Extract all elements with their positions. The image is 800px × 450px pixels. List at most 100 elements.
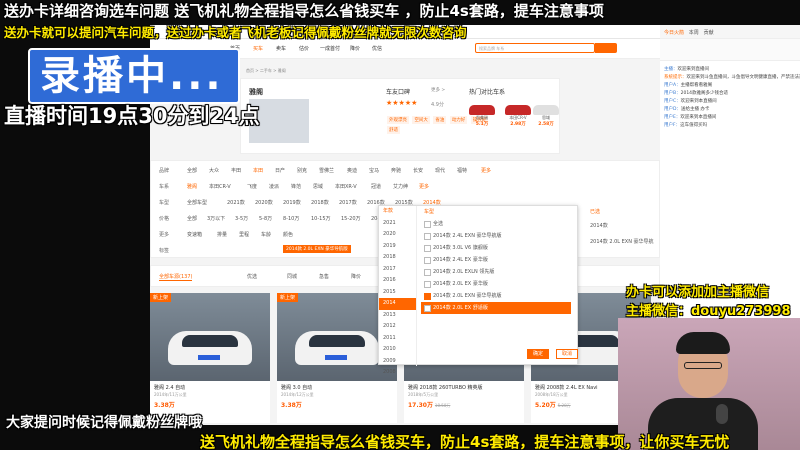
series-more[interactable]: 更多 — [419, 183, 429, 190]
series-option[interactable]: 本田XR-V — [335, 183, 357, 190]
series-option[interactable]: 冠道 — [371, 183, 381, 190]
chat-username[interactable]: 用户B： — [664, 91, 681, 96]
series-option[interactable]: 本田CR-V — [209, 183, 231, 190]
price-option[interactable]: 10-15万 — [311, 215, 331, 222]
year-option[interactable]: 2020 — [379, 229, 416, 241]
price-option[interactable]: 全部 — [187, 215, 197, 222]
chat-tab[interactable]: 贡献 — [704, 30, 714, 36]
year-option[interactable]: 2016 — [379, 275, 416, 287]
brand-option[interactable]: 大众 — [209, 167, 219, 174]
nav-buy[interactable]: 买车 — [253, 45, 263, 52]
more-option[interactable]: 排量 — [217, 231, 227, 238]
year-option[interactable]: 2013 — [379, 310, 416, 322]
brand-option[interactable]: 全部 — [187, 167, 197, 174]
series-option[interactable]: 艾力绅 — [393, 183, 408, 190]
chat-tab[interactable]: 本周 — [689, 30, 699, 36]
type-option[interactable]: 2017款 — [339, 199, 357, 206]
compare-car-3[interactable]: 思域 2.58万 — [531, 105, 561, 127]
year-option[interactable]: 2017 — [379, 264, 416, 276]
more-option[interactable]: 变速箱 — [187, 231, 202, 238]
more-option[interactable]: 里程 — [239, 231, 249, 238]
year-option[interactable]: 2008 — [379, 367, 416, 379]
year-option[interactable]: 2009 — [379, 356, 416, 368]
confirm-button[interactable]: 确定 — [527, 349, 549, 359]
review-tag[interactable]: 外观漂亮 — [387, 116, 409, 124]
type-option[interactable]: 2021款 — [227, 199, 245, 206]
model-checkbox-option[interactable]: 2014款 2.4L EX 豪华版 — [421, 254, 571, 266]
type-option[interactable]: 2020款 — [255, 199, 273, 206]
year-option[interactable]: 2012 — [379, 321, 416, 333]
year-option[interactable]: 2014 — [379, 298, 416, 310]
search-button[interactable] — [595, 43, 617, 53]
price-option[interactable]: 5-8万 — [259, 215, 272, 222]
review-tag[interactable]: 舒适 — [387, 126, 400, 134]
brand-option[interactable]: 别克 — [297, 167, 307, 174]
compare-car-1[interactable]: 凯美瑞 5.1万 — [467, 105, 497, 127]
price-option[interactable]: 8-10万 — [283, 215, 299, 222]
cancel-button[interactable]: 取消 — [556, 349, 578, 359]
year-option[interactable]: 2015 — [379, 287, 416, 299]
year-option[interactable]: 2019 — [379, 241, 416, 253]
brand-option[interactable]: 奔驰 — [391, 167, 401, 174]
model-checkbox-option[interactable]: 2014款 2.0L EXN 豪华导航版 — [421, 290, 571, 302]
year-option[interactable]: 2010 — [379, 344, 416, 356]
chat-username[interactable]: 系统提示： — [664, 75, 687, 80]
price-option[interactable]: 3万以下 — [207, 215, 225, 222]
nav-sell[interactable]: 卖车 — [276, 45, 286, 52]
chat-username[interactable]: 用户F： — [664, 123, 680, 128]
tab-all[interactable]: 全部车源(137) — [159, 273, 193, 281]
tab-discount[interactable]: 降价 — [351, 273, 361, 280]
model-checkbox-option[interactable]: 2014款 2.0L EX 舒适版 — [421, 302, 571, 314]
brand-option[interactable]: 日产 — [275, 167, 285, 174]
model-checkbox-option[interactable]: 2014款 2.0L EX 豪华版 — [421, 278, 571, 290]
series-option[interactable]: 飞度 — [247, 183, 257, 190]
selected-filter-chip[interactable]: 2014款 2.0L EXN 豪华导航版 — [283, 245, 351, 253]
brand-option[interactable]: 长安 — [413, 167, 423, 174]
model-checkbox-option[interactable]: 全选 — [421, 218, 571, 230]
type-option[interactable]: 全部车型 — [187, 199, 207, 206]
model-checkbox-option[interactable]: 2014款 3.0L V6 旗舰版 — [421, 242, 571, 254]
reviews-more-link[interactable]: 更多 > — [431, 87, 445, 93]
brand-option[interactable]: 雪佛兰 — [319, 167, 334, 174]
year-option[interactable]: 2011 — [379, 333, 416, 345]
year-option[interactable]: 2021 — [379, 218, 416, 230]
tab-urgent[interactable]: 急售 — [319, 273, 329, 280]
tab-preferred[interactable]: 优选 — [247, 273, 257, 280]
brand-option[interactable]: 宝马 — [369, 167, 379, 174]
more-option[interactable]: 颜色 — [283, 231, 293, 238]
chat-username[interactable]: 用户E： — [664, 115, 680, 120]
search-input[interactable]: 搜索品牌 车系 — [475, 43, 595, 53]
series-option[interactable]: 思域 — [313, 183, 323, 190]
more-option[interactable]: 车龄 — [261, 231, 271, 238]
series-option[interactable]: 锋范 — [291, 183, 301, 190]
nav-discount[interactable]: 降价 — [350, 45, 360, 52]
year-option[interactable]: 2018 — [379, 252, 416, 264]
brand-option[interactable]: 现代 — [435, 167, 445, 174]
model-checkbox-option[interactable]: 2014款 2.0L EXLN 领先版 — [421, 266, 571, 278]
type-option[interactable]: 2018款 — [311, 199, 329, 206]
model-checkbox-option[interactable]: 2014款 2.4L EXN 豪华导航版 — [421, 230, 571, 242]
brand-option[interactable]: 福特 — [457, 167, 467, 174]
nav-valuation[interactable]: 估价 — [299, 45, 309, 52]
brand-option[interactable]: 奥迪 — [347, 167, 357, 174]
chat-username[interactable]: 主播： — [664, 67, 678, 72]
price-option[interactable]: 3-5万 — [235, 215, 248, 222]
brand-more[interactable]: 更多 — [481, 167, 491, 174]
nav-youxin[interactable]: 优信 — [372, 45, 382, 52]
listing-card[interactable]: 新上架 雅阁 2.4 自动 2014年/11万公里 3.38万 — [150, 293, 270, 423]
chat-username[interactable]: 用户A： — [664, 83, 681, 88]
chat-username[interactable]: 用户D： — [664, 107, 681, 112]
compare-car-2[interactable]: 本田CR-V 2.98万 — [503, 105, 533, 127]
series-option[interactable]: 凌派 — [269, 183, 279, 190]
brand-option[interactable]: 本田 — [253, 167, 263, 174]
type-option[interactable]: 2019款 — [283, 199, 301, 206]
price-option[interactable]: 15-20万 — [341, 215, 361, 222]
tab-local[interactable]: 同城 — [287, 273, 297, 280]
chat-tab[interactable]: 今日火箭 — [664, 30, 684, 36]
review-tag[interactable]: 空间大 — [412, 116, 430, 124]
series-option[interactable]: 雅阁 — [187, 183, 197, 190]
review-tag[interactable]: 动力好 — [449, 116, 468, 124]
nav-downpay[interactable]: 一成首付 — [320, 45, 340, 52]
review-tag[interactable]: 省油 — [433, 116, 447, 124]
brand-option[interactable]: 丰田 — [231, 167, 241, 174]
